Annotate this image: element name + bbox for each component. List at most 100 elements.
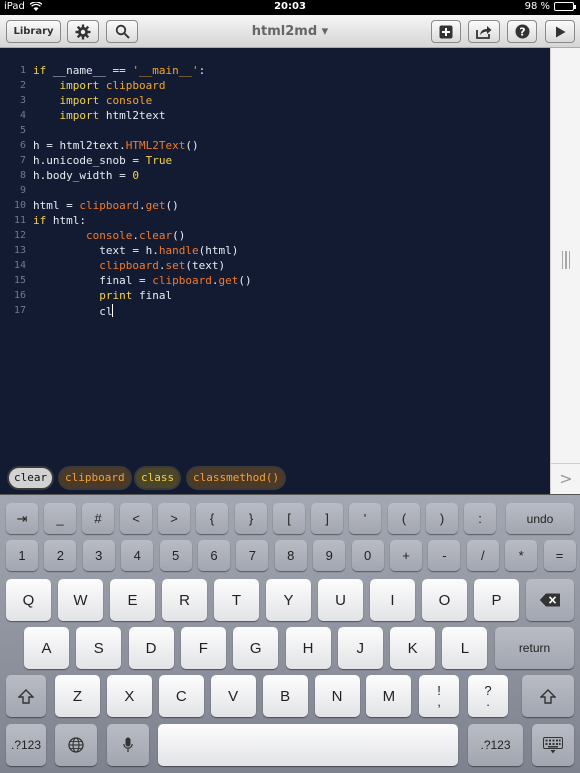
letter-key[interactable]: J [337,627,383,669]
number-key[interactable]: 4 [121,540,154,571]
letter-key[interactable]: A [24,627,69,669]
letter-key[interactable]: R [162,579,207,621]
code-line[interactable]: h.body_width = 0 [33,169,139,182]
number-key[interactable]: 8 [274,540,307,571]
symbol-key[interactable]: < [120,503,152,534]
code-line[interactable]: final = clipboard.get() [33,274,251,287]
code-line[interactable]: import html2text [33,109,166,122]
letter-key[interactable]: Z [55,675,100,717]
library-button[interactable]: Library [6,20,61,43]
hide-keyboard-key[interactable] [532,724,574,766]
shift-key[interactable] [522,675,574,717]
undo-key[interactable]: undo [506,503,574,534]
code-line[interactable]: h = html2text.HTML2Text() [33,139,199,152]
backspace-key[interactable] [526,579,574,621]
symbol-key[interactable]: : [464,503,496,534]
letter-key[interactable]: E [110,579,155,621]
letter-key[interactable]: S [76,627,122,669]
numbers-mode-key[interactable]: .?123 [6,724,46,766]
document-title-dropdown[interactable]: html2md ▾ [252,24,328,39]
letter-key[interactable]: Q [6,579,51,621]
code-line[interactable]: text = h.handle(html) [33,244,238,257]
code-line[interactable]: if html: [33,214,86,227]
code-line[interactable]: clipboard.set(text) [33,259,225,272]
letter-key[interactable]: G [233,627,279,669]
number-key[interactable]: * [505,540,538,571]
code-line[interactable]: h.unicode_snob = True [33,154,172,167]
symbol-key[interactable]: > [158,503,190,534]
shift-key[interactable] [6,675,46,717]
question-period-key[interactable]: ?. [468,675,508,717]
letter-key[interactable]: K [390,627,436,669]
symbol-key[interactable]: ] [311,503,343,534]
code-editor[interactable]: 1 2 3 4 5 6 7 8 9 10 11 12 13 14 15 16 17 if __name__ ==… [0,48,550,494]
settings-button[interactable] [67,20,99,43]
letter-key[interactable]: P [474,579,519,621]
letter-key[interactable]: N [314,675,360,717]
help-button[interactable]: ? [507,20,537,43]
letter-key[interactable]: U [318,579,363,621]
letter-key[interactable]: H [285,627,331,669]
letter-key[interactable]: W [58,579,103,621]
side-panel-handle[interactable]: > [550,48,580,494]
number-key[interactable]: 7 [236,540,269,571]
exclamation-comma-key[interactable]: !, [419,675,459,717]
number-key[interactable]: - [428,540,461,571]
new-file-button[interactable] [431,20,461,43]
code-token: html2text [99,109,166,122]
code-line[interactable]: import console [33,94,153,107]
number-key[interactable]: 1 [6,540,38,571]
code-token: import [59,109,100,122]
letter-key[interactable]: O [422,579,467,621]
letter-key[interactable]: X [106,675,152,717]
completion-item[interactable]: clipboard [58,466,132,490]
letter-key[interactable]: I [370,579,415,621]
symbol-key[interactable]: ' [349,503,381,534]
letter-key[interactable]: B [262,675,308,717]
code-line[interactable]: import clipboard [33,79,166,92]
letter-key[interactable]: M [366,675,412,717]
run-button[interactable] [545,20,575,43]
number-key[interactable]: / [466,540,499,571]
symbol-key[interactable]: } [235,503,267,534]
symbol-key[interactable]: { [196,503,228,534]
return-key[interactable]: return [495,627,574,669]
symbol-key[interactable]: [ [273,503,305,534]
letter-key[interactable]: C [158,675,204,717]
code-line[interactable]: console.clear() [33,229,185,242]
letter-key[interactable]: F [180,627,226,669]
number-key[interactable]: + [390,540,422,571]
number-key[interactable]: 3 [82,540,115,571]
drag-grip-icon[interactable] [562,251,570,269]
letter-key[interactable]: V [210,675,256,717]
numbers-mode-key[interactable]: .?123 [468,724,523,766]
code-line[interactable]: if __name__ == '__main__': [33,64,205,77]
number-key[interactable]: 2 [44,540,77,571]
number-key[interactable]: 0 [351,540,384,571]
space-key[interactable] [158,724,458,766]
globe-key[interactable] [55,724,97,766]
number-key[interactable]: 5 [159,540,192,571]
symbol-key[interactable]: ) [426,503,458,534]
chevron-right-icon[interactable]: > [551,463,580,494]
dictation-key[interactable] [107,724,149,766]
symbol-key[interactable]: ⇥ [6,503,38,534]
symbol-key[interactable]: # [82,503,114,534]
code-line[interactable]: cl [33,304,114,318]
symbol-key[interactable]: ( [388,503,420,534]
number-key[interactable]: 9 [313,540,346,571]
letter-key[interactable]: D [128,627,174,669]
completion-item[interactable]: clear [7,466,55,490]
number-key[interactable]: = [543,540,576,571]
share-button[interactable] [468,20,500,43]
symbol-key[interactable]: _ [44,503,76,534]
letter-key[interactable]: L [442,627,488,669]
search-button[interactable] [106,20,138,43]
letter-key[interactable]: Y [266,579,311,621]
completion-item[interactable]: classmethod() [186,466,287,490]
completion-item[interactable]: class [134,466,182,490]
code-line[interactable]: print final [33,289,172,302]
letter-key[interactable]: T [214,579,259,621]
code-line[interactable]: html = clipboard.get() [33,199,179,212]
number-key[interactable]: 6 [198,540,230,571]
